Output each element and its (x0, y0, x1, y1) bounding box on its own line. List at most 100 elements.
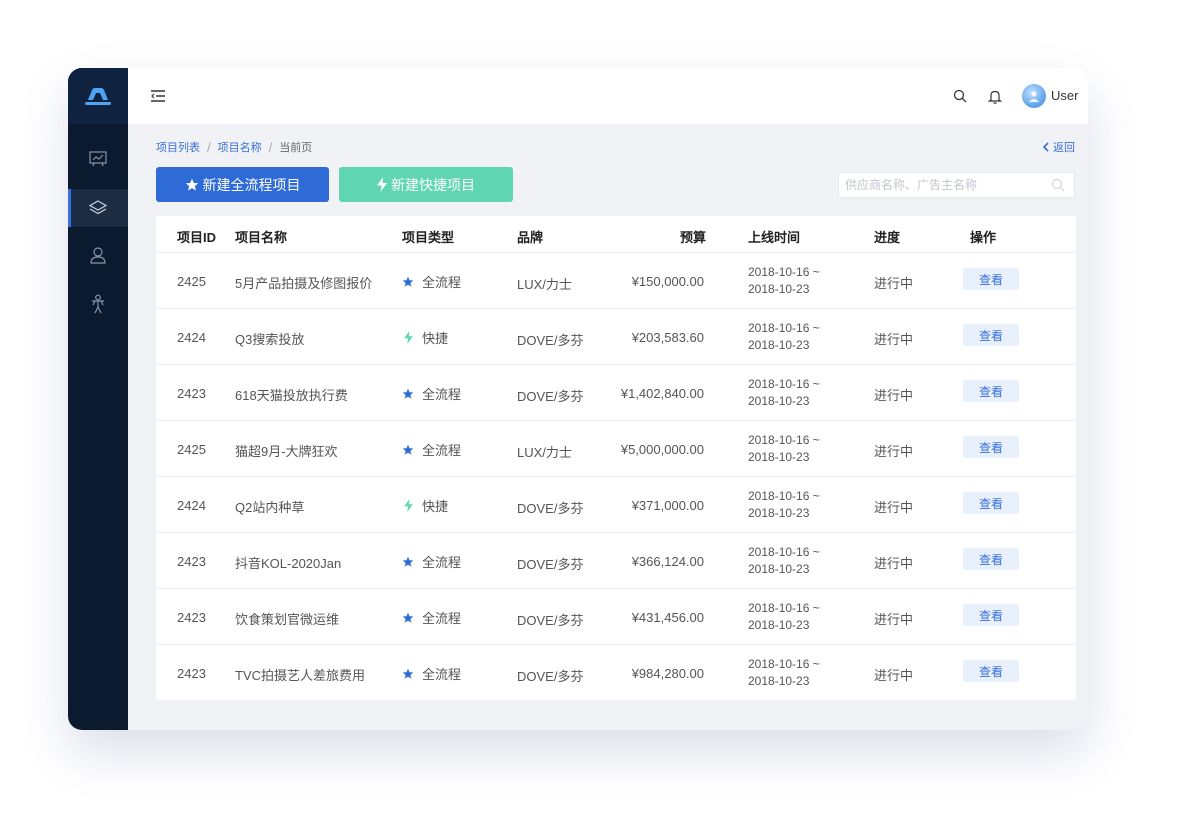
launch-start: 2018-10-16 ~ (748, 433, 820, 447)
project-name: TVC拍摄艺人差旅费用 (235, 668, 366, 683)
view-button[interactable]: 查看 (963, 380, 1019, 402)
breadcrumb-separator: / (268, 139, 273, 155)
project-type-label: 全流程 (422, 611, 462, 626)
launch-start: 2018-10-16 ~ (748, 601, 820, 615)
search-button[interactable] (950, 86, 970, 106)
sidebar-item-users[interactable] (68, 236, 128, 274)
project-id: 2423 (177, 610, 206, 625)
progress-status: 进行中 (874, 668, 914, 683)
launch-end: 2018-10-23 (748, 674, 810, 688)
search-input[interactable] (839, 173, 1044, 197)
budget: ¥150,000.00 (631, 274, 704, 289)
sidebar-item-roles[interactable] (68, 285, 128, 323)
project-type: 全流程 (402, 384, 461, 403)
notification-button[interactable] (985, 86, 1005, 106)
progress-status: 进行中 (874, 556, 914, 571)
new-quick-project-button[interactable]: 新建快捷项目 (339, 167, 513, 202)
view-button[interactable]: 查看 (963, 604, 1019, 626)
project-type-label: 全流程 (422, 443, 462, 458)
projects-table: 项目ID 项目名称 项目类型 品牌 预算 上线时间 进度 操作 2425 5月产… (156, 216, 1076, 700)
project-name: 5月产品拍摄及修图报价 (235, 276, 373, 291)
progress-status: 进行中 (874, 276, 914, 291)
budget: ¥984,280.00 (631, 666, 704, 681)
breadcrumb-separator: / (207, 139, 211, 155)
launch-time: 2018-10-16 ~ 2018-10-23 (748, 544, 820, 578)
breadcrumb: 项目列表 / 项目名称 / 当前页 (156, 139, 312, 155)
star-icon (185, 178, 198, 191)
launch-end: 2018-10-23 (748, 562, 810, 576)
bell-icon (988, 90, 1002, 104)
avatar[interactable] (1022, 84, 1046, 108)
launch-end: 2018-10-23 (748, 506, 810, 520)
launch-start: 2018-10-16 ~ (748, 377, 820, 391)
launch-time: 2018-10-16 ~ 2018-10-23 (748, 656, 820, 690)
layers-icon (88, 200, 108, 215)
project-name: 抖音KOL-2020Jan (235, 556, 342, 571)
budget: ¥431,456.00 (631, 610, 704, 625)
project-type: 全流程 (402, 440, 461, 459)
new-full-project-button[interactable]: 新建全流程项目 (156, 167, 329, 202)
launch-end: 2018-10-23 (748, 282, 810, 296)
back-link[interactable]: 返回 (1042, 139, 1075, 155)
sidebar-item-dashboard[interactable] (68, 140, 128, 178)
launch-time: 2018-10-16 ~ 2018-10-23 (748, 600, 820, 634)
view-button[interactable]: 查看 (963, 548, 1019, 570)
budget: ¥366,124.00 (631, 554, 704, 569)
table-row: 2423 618天猫投放执行费 全流程 DOVE/多芬 ¥1,402,840.0… (156, 365, 1076, 421)
menu-toggle-button[interactable] (148, 86, 168, 106)
column-header-actions: 操作 (970, 230, 997, 245)
breadcrumb-item-project[interactable]: 项目名称 (218, 139, 262, 155)
brand: DOVE/多芬 (517, 501, 584, 516)
back-label: 返回 (1053, 142, 1075, 154)
launch-start: 2018-10-16 ~ (748, 489, 820, 503)
search-submit-button[interactable] (1050, 177, 1066, 193)
project-type: 全流程 (402, 552, 461, 571)
view-button[interactable]: 查看 (963, 492, 1019, 514)
person-icon (92, 294, 104, 314)
column-header-progress: 进度 (874, 230, 901, 245)
brand: DOVE/多芬 (517, 557, 584, 572)
column-header-budget: 预算 (680, 230, 707, 245)
top-header: User (128, 68, 1088, 124)
budget: ¥371,000.00 (631, 498, 704, 513)
bolt-icon (402, 331, 414, 344)
project-type-label: 全流程 (422, 555, 462, 570)
user-icon (90, 247, 106, 264)
project-name: Q2站内种草 (235, 500, 305, 515)
view-button[interactable]: 查看 (963, 268, 1019, 290)
bolt-icon (377, 177, 387, 192)
view-button[interactable]: 查看 (963, 660, 1019, 682)
progress-status: 进行中 (874, 612, 914, 627)
launch-start: 2018-10-16 ~ (748, 321, 820, 335)
launch-time: 2018-10-16 ~ 2018-10-23 (748, 432, 820, 466)
project-id: 2423 (177, 666, 206, 681)
logo (68, 68, 128, 124)
view-button[interactable]: 查看 (963, 324, 1019, 346)
launch-end: 2018-10-23 (748, 338, 810, 352)
column-header-brand: 品牌 (517, 230, 544, 245)
launch-end: 2018-10-23 (748, 618, 810, 632)
table-row: 2425 猫超9月-大牌狂欢 全流程 LUX/力士 ¥5,000,000.00 … (156, 421, 1076, 477)
column-header-type: 项目类型 (402, 230, 455, 245)
sidebar-item-projects[interactable] (68, 189, 128, 227)
project-id: 2423 (177, 554, 206, 569)
sidebar (68, 68, 128, 730)
project-type-label: 全流程 (422, 387, 462, 402)
search-icon (953, 89, 967, 103)
progress-status: 进行中 (874, 500, 914, 515)
logo-icon (85, 88, 111, 105)
star-icon (402, 556, 414, 568)
table-row: 2424 Q2站内种草 快捷 DOVE/多芬 ¥371,000.00 2018-… (156, 477, 1076, 533)
column-header-id: 项目ID (177, 230, 217, 245)
project-id: 2425 (177, 274, 206, 289)
project-id: 2424 (177, 330, 206, 345)
progress-status: 进行中 (874, 388, 914, 403)
star-icon (402, 388, 414, 400)
launch-time: 2018-10-16 ~ 2018-10-23 (748, 488, 820, 522)
launch-time: 2018-10-16 ~ 2018-10-23 (748, 320, 820, 354)
view-button[interactable]: 查看 (963, 436, 1019, 458)
project-type-label: 全流程 (422, 667, 462, 682)
username[interactable]: User (1051, 88, 1078, 103)
table-row: 2424 Q3搜索投放 快捷 DOVE/多芬 ¥203,583.60 2018-… (156, 309, 1076, 365)
breadcrumb-item-list[interactable]: 项目列表 (156, 139, 200, 155)
